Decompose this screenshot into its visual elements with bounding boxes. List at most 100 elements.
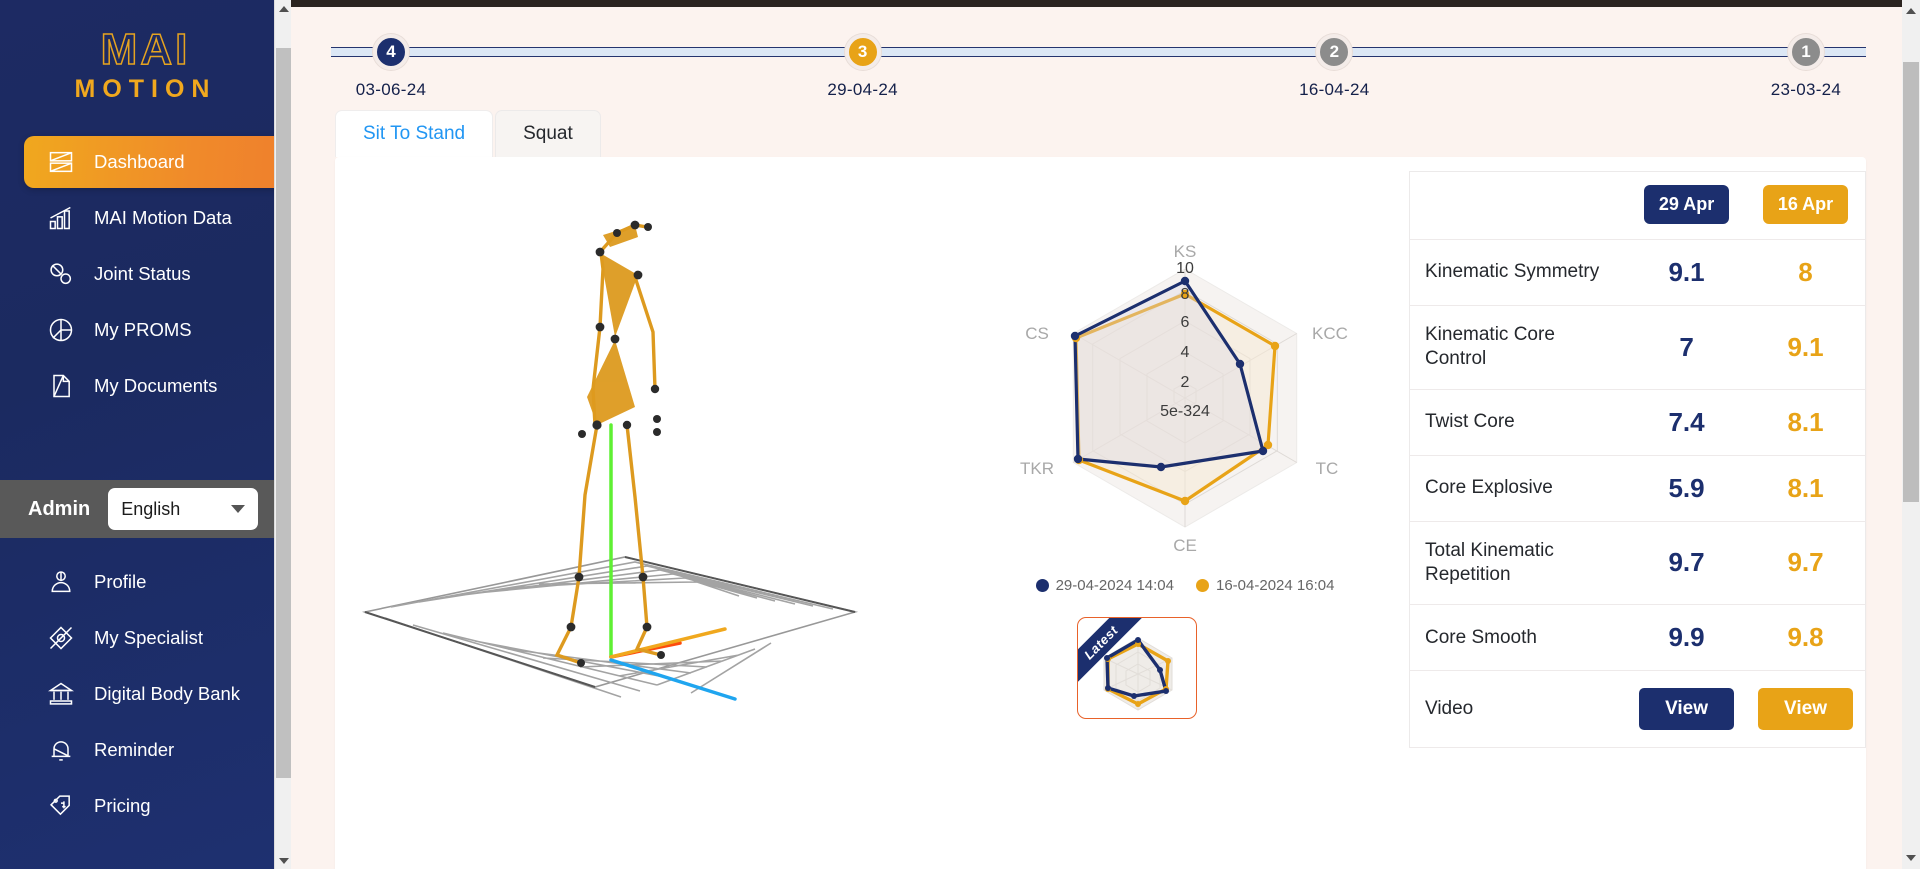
sidebar-item-label: Profile bbox=[94, 571, 147, 592]
joints-icon bbox=[46, 259, 76, 289]
metric-value-b: 9.7 bbox=[1746, 521, 1866, 606]
header-date-a: 29 Apr bbox=[1627, 171, 1747, 240]
session-thumbnail-card[interactable]: Latest bbox=[1077, 617, 1197, 719]
sidebar-item-label: My Specialist bbox=[94, 627, 203, 648]
timeline-step[interactable]: 2 16-04-24 bbox=[1274, 26, 1394, 99]
svg-text:KS: KS bbox=[1174, 242, 1197, 261]
scroll-up-icon[interactable] bbox=[275, 0, 291, 17]
svg-text:TKR: TKR bbox=[1020, 459, 1054, 478]
svg-text:4: 4 bbox=[1181, 344, 1190, 361]
account-role-label: Admin bbox=[28, 497, 91, 520]
metric-label-video: Video bbox=[1409, 670, 1628, 749]
timeline-step[interactable]: 3 29-04-24 bbox=[803, 26, 923, 99]
timeline-step-number[interactable]: 2 bbox=[1316, 34, 1353, 70]
timeline-step[interactable]: 1 23-03-24 bbox=[1746, 26, 1866, 99]
brand-logo-motion: MOTION bbox=[74, 75, 217, 103]
page-scroll-down-icon[interactable] bbox=[1902, 849, 1920, 867]
skeleton-3d-render[interactable] bbox=[335, 157, 975, 757]
metric-value-b: 8 bbox=[1746, 239, 1866, 306]
svg-text:CE: CE bbox=[1173, 536, 1197, 555]
page-scroll-up-icon[interactable] bbox=[1902, 2, 1920, 20]
svg-text:2: 2 bbox=[1181, 374, 1190, 391]
metric-value-b: 9.1 bbox=[1746, 305, 1866, 390]
metric-value-b: 8.1 bbox=[1746, 389, 1866, 456]
sidebar: MAI MOTION Dashboard MAI Motion Data Joi… bbox=[0, 0, 291, 869]
legend-item-b[interactable]: 16-04-2024 16:04 bbox=[1196, 577, 1334, 594]
metric-value-b: 9.8 bbox=[1746, 604, 1866, 672]
sidebar-item-my-documents[interactable]: My Documents bbox=[24, 360, 277, 412]
table-row: Kinematic Symmetry 9.1 8 bbox=[1409, 239, 1866, 306]
metric-label: Total Kinematic Repetition bbox=[1409, 521, 1628, 606]
video-cell-b: View bbox=[1746, 670, 1866, 749]
legend-label-a: 29-04-2024 14:04 bbox=[1055, 577, 1174, 594]
sidebar-item-my-proms[interactable]: My PROMS bbox=[24, 304, 277, 356]
specialist-icon bbox=[46, 623, 76, 653]
radar-legend: 29-04-2024 14:04 16-04-2024 16:04 bbox=[975, 577, 1395, 594]
view-video-button-a[interactable]: View bbox=[1639, 688, 1735, 731]
metric-label: Kinematic Core Control bbox=[1409, 305, 1628, 390]
timeline-step-number[interactable]: 4 bbox=[373, 34, 409, 70]
language-select[interactable]: English bbox=[108, 488, 259, 530]
sidebar-item-pricing[interactable]: Pricing bbox=[24, 780, 277, 832]
sidebar-item-reminder[interactable]: Reminder bbox=[24, 724, 277, 776]
sidebar-item-profile[interactable]: Profile bbox=[24, 556, 277, 608]
metrics-table: 29 Apr 16 Apr Kinematic Symmetry 9.1 8 K… bbox=[1409, 171, 1866, 749]
title-bar bbox=[291, 0, 1920, 7]
page-scrollbar-thumb[interactable] bbox=[1903, 62, 1919, 502]
sidebar-item-mai-motion-data[interactable]: MAI Motion Data bbox=[24, 192, 277, 244]
app-root: MAI MOTION Dashboard MAI Motion Data Joi… bbox=[0, 0, 1920, 869]
bell-icon bbox=[46, 735, 76, 765]
user-icon bbox=[46, 567, 76, 597]
timeline-step-number[interactable]: 3 bbox=[844, 34, 881, 70]
sidebar-item-joint-status[interactable]: Joint Status bbox=[24, 248, 277, 300]
sidebar-scrollbar[interactable] bbox=[274, 0, 291, 869]
page-scrollbar[interactable] bbox=[1902, 0, 1920, 869]
metrics-comparison-section: 29 Apr 16 Apr Kinematic Symmetry 9.1 8 K… bbox=[1395, 157, 1866, 869]
metric-value-a: 9.7 bbox=[1627, 521, 1747, 606]
skeleton-torso bbox=[587, 225, 638, 425]
metric-value-b: 8.1 bbox=[1746, 455, 1866, 522]
radar-chart[interactable]: KS KCC TC CE TKR CS 10 8 6 4 2 5e-324 bbox=[975, 229, 1395, 569]
header-date-b: 16 Apr bbox=[1746, 171, 1866, 240]
sidebar-item-label: MAI Motion Data bbox=[94, 207, 232, 228]
table-row: Core Smooth 9.9 9.8 bbox=[1409, 604, 1866, 672]
svg-text:5e-324: 5e-324 bbox=[1160, 403, 1210, 420]
timeline-step-number[interactable]: 1 bbox=[1787, 34, 1824, 70]
view-video-button-b[interactable]: View bbox=[1758, 688, 1853, 731]
svg-text:6: 6 bbox=[1181, 314, 1190, 331]
price-tag-icon bbox=[46, 791, 76, 821]
table-row: Kinematic Core Control 7 9.1 bbox=[1409, 305, 1866, 390]
timeline-step[interactable]: 4 03-06-24 bbox=[331, 26, 451, 99]
sidebar-item-label: Joint Status bbox=[94, 263, 191, 284]
sidebar-item-label: Dashboard bbox=[94, 151, 185, 172]
sidebar-item-dashboard[interactable]: Dashboard bbox=[24, 136, 291, 188]
table-header-row: 29 Apr 16 Apr bbox=[1409, 171, 1866, 240]
document-icon bbox=[46, 371, 76, 401]
metric-value-a: 9.1 bbox=[1627, 239, 1747, 306]
table-row: Total Kinematic Repetition 9.7 9.7 bbox=[1409, 521, 1866, 606]
tab-sit-to-stand[interactable]: Sit To Stand bbox=[335, 110, 494, 157]
scroll-down-icon[interactable] bbox=[275, 852, 291, 869]
date-chip-16-apr[interactable]: 16 Apr bbox=[1762, 185, 1849, 224]
sidebar-item-label: Reminder bbox=[94, 739, 175, 760]
metric-value-a: 5.9 bbox=[1627, 455, 1747, 522]
date-chip-29-apr[interactable]: 29 Apr bbox=[1643, 185, 1730, 224]
timeline-step-date: 03-06-24 bbox=[355, 80, 427, 99]
metric-label: Twist Core bbox=[1409, 389, 1628, 456]
radar-chart-section: KS KCC TC CE TKR CS 10 8 64 2 5e-324 29-… bbox=[975, 157, 1395, 869]
metric-value-a: 7 bbox=[1627, 305, 1747, 390]
legend-item-a[interactable]: 29-04-2024 14:04 bbox=[1035, 577, 1174, 594]
account-bar: Admin English bbox=[0, 480, 291, 538]
skeleton-viewport[interactable] bbox=[335, 157, 975, 869]
analysis-panel: KS KCC TC CE TKR CS 10 8 64 2 5e-324 29-… bbox=[335, 157, 1866, 869]
table-row: Core Explosive 5.9 8.1 bbox=[1409, 455, 1866, 522]
sidebar-item-my-specialist[interactable]: My Specialist bbox=[24, 612, 277, 664]
tab-squat[interactable]: Squat bbox=[495, 110, 601, 157]
metric-value-a: 9.9 bbox=[1627, 604, 1747, 672]
chevron-down-icon bbox=[231, 505, 246, 513]
sidebar-scrollbar-thumb[interactable] bbox=[276, 48, 291, 778]
sidebar-item-digital-body-bank[interactable]: Digital Body Bank bbox=[24, 668, 277, 720]
video-cell-a: View bbox=[1627, 670, 1747, 749]
pie-chart-icon bbox=[46, 315, 76, 345]
bank-icon bbox=[46, 679, 76, 709]
